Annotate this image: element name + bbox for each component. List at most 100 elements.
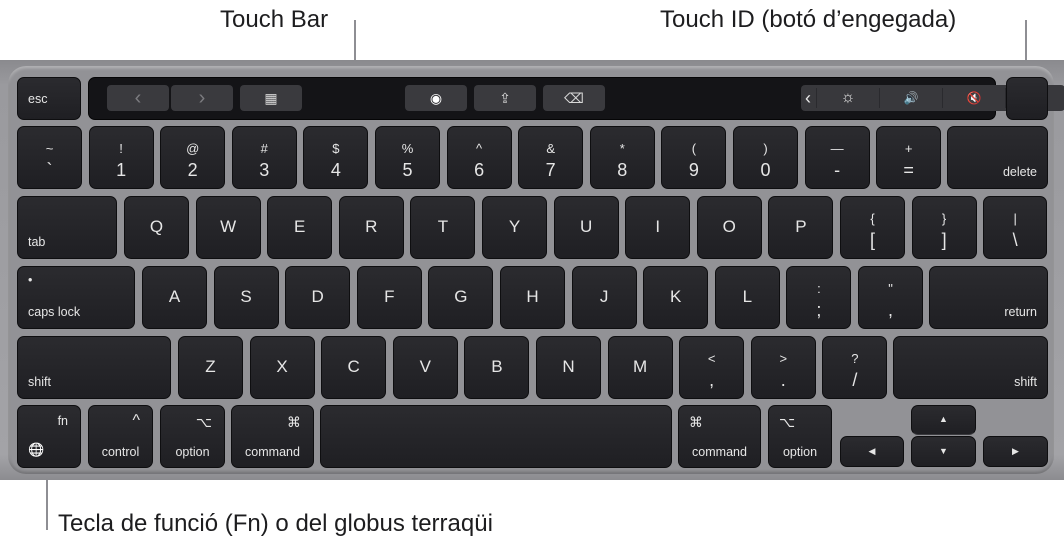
shift-symbol: @ <box>186 141 200 156</box>
letter-label: Y <box>508 217 521 236</box>
left-option-key[interactable]: ⌥ option <box>160 405 225 468</box>
primary-symbol: \ <box>1012 230 1018 250</box>
primary-symbol: / <box>852 370 858 390</box>
letter-key[interactable]: I <box>625 196 691 259</box>
punctuation-key[interactable]: >. <box>750 336 816 399</box>
collapse-chevron-icon[interactable]: ‹ <box>801 85 815 111</box>
number-key[interactable]: — - <box>804 126 870 189</box>
letter-key[interactable]: H <box>500 266 565 329</box>
letter-label: P <box>795 217 807 236</box>
punctuation-key[interactable]: <, <box>679 336 745 399</box>
option-icon: ⌥ <box>779 414 796 430</box>
left-command-key[interactable]: ⌘ command <box>231 405 314 468</box>
number-key[interactable]: % 5 <box>375 126 440 189</box>
tab-key[interactable]: tab <box>17 196 117 259</box>
delete-label: delete <box>1002 165 1037 179</box>
volume-icon[interactable]: 🔊 <box>880 85 942 111</box>
punctuation-key[interactable]: }] <box>911 196 977 259</box>
punctuation-key[interactable]: ", <box>858 266 923 329</box>
letter-key[interactable]: K <box>643 266 709 329</box>
letter-key[interactable]: R <box>338 196 404 259</box>
punctuation-key[interactable]: :; <box>786 266 852 329</box>
letter-key[interactable]: W <box>195 196 261 259</box>
mute-icon[interactable]: 🔇 <box>943 85 1005 111</box>
letter-key[interactable]: B <box>464 336 530 399</box>
letter-key[interactable]: S <box>213 266 279 329</box>
caps-lock-key[interactable]: • caps lock <box>17 266 135 329</box>
number-key[interactable]: ) 0 <box>733 126 798 189</box>
shift-symbol: + <box>904 141 913 156</box>
letter-label: G <box>454 287 468 306</box>
primary-symbol: , <box>709 370 715 390</box>
shift-symbol: ( <box>691 141 697 156</box>
shift-symbol: % <box>401 141 414 156</box>
up-arrow-key[interactable]: ▲ <box>911 405 976 435</box>
option-label: option <box>782 445 818 459</box>
number-key[interactable]: @2 <box>160 126 226 189</box>
eye-icon[interactable]: ◉ <box>405 85 467 111</box>
delete-key[interactable]: delete <box>947 126 1048 189</box>
right-shift-label: shift <box>1014 375 1037 389</box>
touch-id-key[interactable] <box>1006 77 1048 120</box>
letter-key[interactable]: F <box>356 266 422 329</box>
number-key[interactable]: $4 <box>303 126 369 189</box>
letter-label: I <box>655 217 661 236</box>
number-key[interactable]: ! 1 <box>88 126 154 189</box>
down-arrow-key[interactable]: ▼ <box>911 436 976 467</box>
share-icon[interactable]: ⇪ <box>474 85 536 111</box>
number-key[interactable]: #3 <box>231 126 297 189</box>
brightness-icon[interactable]: ☼ <box>817 85 879 111</box>
back-chevron-icon[interactable]: ‹ <box>107 85 169 111</box>
letter-key[interactable]: D <box>285 266 351 329</box>
letter-key[interactable]: X <box>249 336 315 399</box>
number-key[interactable]: (9 <box>661 126 727 189</box>
letter-key[interactable]: O <box>696 196 762 259</box>
number-key[interactable]: ^ 6 <box>446 126 512 189</box>
shift-symbol: | <box>1013 211 1017 226</box>
right-arrow-key[interactable]: ▶ <box>983 436 1048 467</box>
letter-key[interactable]: Y <box>482 196 547 259</box>
punctuation-key[interactable]: ? / <box>822 336 888 399</box>
caps-lock-label: caps lock <box>28 305 81 319</box>
forward-chevron-icon[interactable]: › <box>171 85 233 111</box>
esc-label: esc <box>28 92 48 106</box>
shift-symbol: ! <box>119 141 123 156</box>
letter-key[interactable]: C <box>321 336 387 399</box>
number-key[interactable]: + = <box>876 126 942 189</box>
left-shift-key[interactable]: shift <box>17 336 171 399</box>
letter-key[interactable]: A <box>142 266 207 329</box>
punctuation-key[interactable]: {[ <box>840 196 905 259</box>
letter-key[interactable]: M <box>607 336 673 399</box>
number-key[interactable]: * 8 <box>589 126 655 189</box>
number-key[interactable]: & 7 <box>518 126 584 189</box>
right-shift-key[interactable]: shift <box>893 336 1048 399</box>
letter-key[interactable]: T <box>410 196 476 259</box>
letter-key[interactable]: V <box>392 336 458 399</box>
letter-key[interactable]: Z <box>178 336 243 399</box>
space-bar[interactable] <box>320 405 672 468</box>
right-option-key[interactable]: ⌥ option <box>768 405 832 468</box>
primary-symbol: 4 <box>330 160 341 180</box>
grid-icon[interactable]: ▦ <box>240 85 302 111</box>
tag-icon[interactable]: ⌫ <box>543 85 605 111</box>
letter-key[interactable]: G <box>428 266 494 329</box>
letter-key[interactable]: P <box>768 196 834 259</box>
letter-label: N <box>562 357 575 376</box>
left-arrow-key[interactable]: ◀ <box>840 436 904 467</box>
letter-key[interactable]: L <box>714 266 780 329</box>
letter-key[interactable]: E <box>267 196 333 259</box>
letter-key[interactable]: N <box>536 336 601 399</box>
shift-symbol: $ <box>332 141 340 156</box>
punctuation-key[interactable]: | \ <box>983 196 1048 259</box>
left-control-key[interactable]: ^ control <box>88 405 153 468</box>
fn-globe-key[interactable]: fn 🌐 <box>17 405 81 468</box>
esc-key[interactable]: esc <box>17 77 81 120</box>
letter-key[interactable]: Q <box>124 196 189 259</box>
number-key[interactable]: ~ ` <box>17 126 82 189</box>
right-command-key[interactable]: ⌘ command <box>678 405 761 468</box>
option-icon: ⌥ <box>195 414 212 430</box>
letter-key[interactable]: J <box>571 266 637 329</box>
return-key[interactable]: return <box>929 266 1048 329</box>
letter-key[interactable]: U <box>553 196 619 259</box>
touch-bar[interactable]: ‹ › ▦ ◉ ⇪ ⌫ ‹ ☼ 🔊 🔇 <box>88 77 1064 120</box>
